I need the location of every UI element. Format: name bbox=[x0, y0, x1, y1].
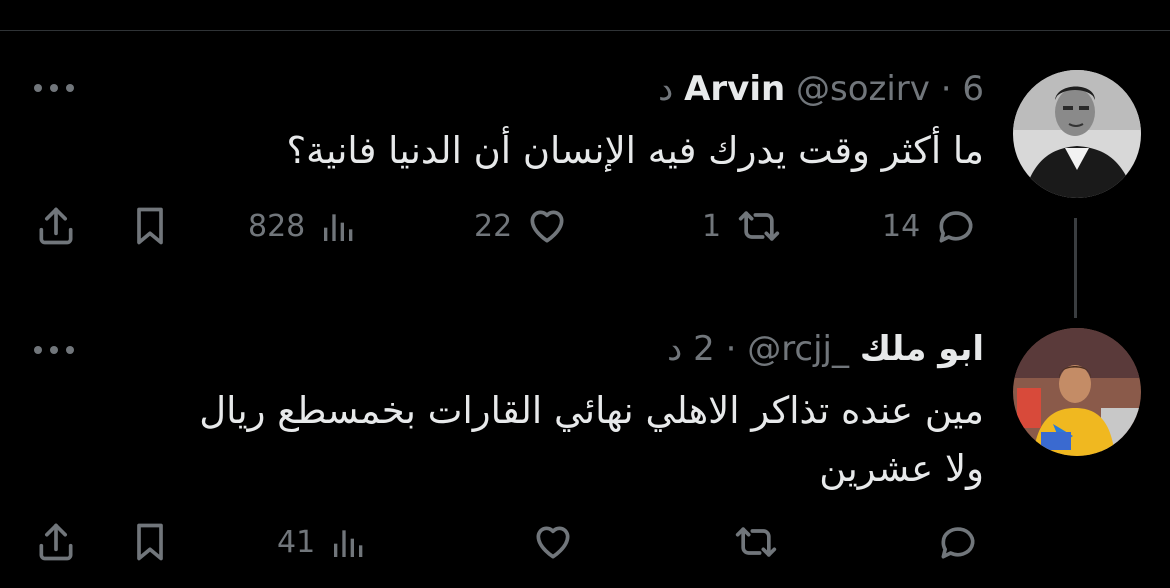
tweet-2[interactable]: ابو ملك @rcjj_ · 2 د مين عنده تذاكر الاه… bbox=[0, 290, 1170, 588]
handle[interactable]: @rcjj_ bbox=[747, 329, 849, 369]
more-dots-icon[interactable] bbox=[34, 80, 78, 96]
retweet-count: 1 bbox=[702, 208, 722, 244]
views-count: 41 bbox=[277, 524, 316, 560]
reply-count: 14 bbox=[882, 208, 921, 244]
display-name[interactable]: Arvin bbox=[684, 69, 785, 109]
share-button[interactable] bbox=[34, 201, 78, 251]
bookmark-icon bbox=[137, 523, 163, 561]
more-dots-icon[interactable] bbox=[34, 342, 78, 358]
views-count: 828 bbox=[248, 208, 306, 244]
retweet-icon bbox=[738, 211, 780, 241]
separator: · bbox=[940, 69, 952, 109]
reply-button[interactable] bbox=[934, 517, 982, 567]
avatar-abu-malak[interactable] bbox=[1013, 328, 1141, 456]
reply-icon bbox=[941, 527, 975, 559]
tweet-text: ما أكثر وقت يدرك فيه الإنسان أن الدنيا ف… bbox=[286, 129, 984, 172]
share-button[interactable] bbox=[34, 517, 78, 567]
avatar-arvin[interactable] bbox=[1013, 70, 1141, 198]
like-button[interactable]: 22 bbox=[474, 201, 570, 251]
like-button[interactable] bbox=[530, 517, 576, 567]
like-count: 22 bbox=[474, 208, 513, 244]
reply-button[interactable]: 14 bbox=[882, 201, 980, 251]
bookmark-button[interactable] bbox=[128, 517, 172, 567]
reply-icon bbox=[939, 211, 973, 243]
retweet-button[interactable] bbox=[730, 517, 782, 567]
bookmark-button[interactable] bbox=[128, 201, 172, 251]
views-button[interactable]: 41 bbox=[277, 517, 369, 567]
retweet-icon bbox=[735, 527, 777, 557]
heart-icon bbox=[536, 526, 570, 559]
handle[interactable]: @sozirv bbox=[796, 69, 930, 109]
retweet-button[interactable]: 1 bbox=[702, 201, 785, 251]
action-bar: 828 22 1 14 bbox=[0, 201, 1170, 251]
heart-icon bbox=[530, 210, 564, 243]
share-icon bbox=[39, 523, 73, 561]
views-chart-icon bbox=[334, 530, 363, 557]
display-name[interactable]: ابو ملك bbox=[860, 329, 984, 369]
views-chart-icon bbox=[324, 214, 353, 241]
timestamp[interactable]: 2 د bbox=[667, 329, 715, 369]
separator: · bbox=[725, 329, 737, 369]
tweet-header: ابو ملك @rcjj_ · 2 د bbox=[667, 327, 984, 371]
share-icon bbox=[39, 207, 73, 245]
tweet-header: Arvin @sozirv · 6 د bbox=[658, 67, 984, 111]
views-button[interactable]: 828 bbox=[248, 201, 359, 251]
action-bar: 41 bbox=[0, 517, 1170, 567]
tweet-text: مين عنده تذاكر الاهلي نهائي القارات بخمس… bbox=[199, 389, 984, 490]
bookmark-icon bbox=[137, 207, 163, 245]
tweet-1[interactable]: Arvin @sozirv · 6 د ما أكثر وقت يدرك فيه… bbox=[0, 0, 1170, 290]
